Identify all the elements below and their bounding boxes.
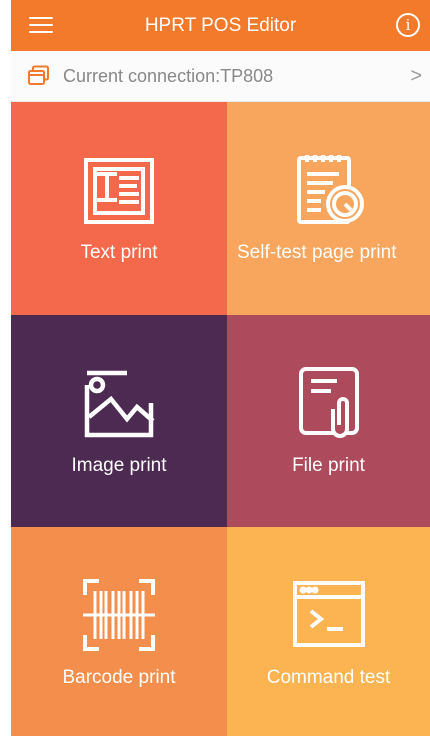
image-print-tile[interactable]: Image print	[11, 315, 227, 527]
app-header: HPRT POS Editor i	[11, 0, 430, 51]
file-attachment-icon	[298, 367, 359, 438]
connection-label: Current connection:TP808	[63, 66, 274, 86]
file-print-tile[interactable]: File print	[227, 315, 430, 527]
text-document-icon	[84, 158, 154, 224]
printer-connection-icon	[28, 65, 49, 85]
self-test-page-print-tile[interactable]: Self-test page print	[227, 102, 430, 315]
terminal-window-icon	[292, 581, 365, 647]
barcode-scan-icon	[83, 579, 155, 651]
chevron-right-icon: >	[410, 65, 422, 87]
text-print-label: Text print	[80, 242, 158, 263]
barcode-print-tile[interactable]: Barcode print	[11, 527, 227, 736]
app-title: HPRT POS Editor	[144, 15, 297, 36]
self-test-page-print-label: Self-test page print	[237, 242, 397, 263]
text-print-tile[interactable]: Text print	[11, 102, 227, 315]
barcode-print-label: Barcode print	[62, 667, 176, 688]
image-print-label: Image print	[71, 455, 167, 476]
self-test-clipboard-icon	[296, 155, 364, 224]
app-window: HPRT POS Editor i Current connection:TP8…	[11, 0, 430, 736]
command-test-label: Command test	[266, 667, 391, 688]
command-test-tile[interactable]: Command test	[227, 527, 430, 736]
current-connection-row[interactable]: Current connection:TP808 >	[11, 51, 430, 102]
image-icon	[84, 370, 155, 438]
file-print-label: File print	[292, 455, 365, 476]
info-icon[interactable]: i	[396, 13, 420, 37]
